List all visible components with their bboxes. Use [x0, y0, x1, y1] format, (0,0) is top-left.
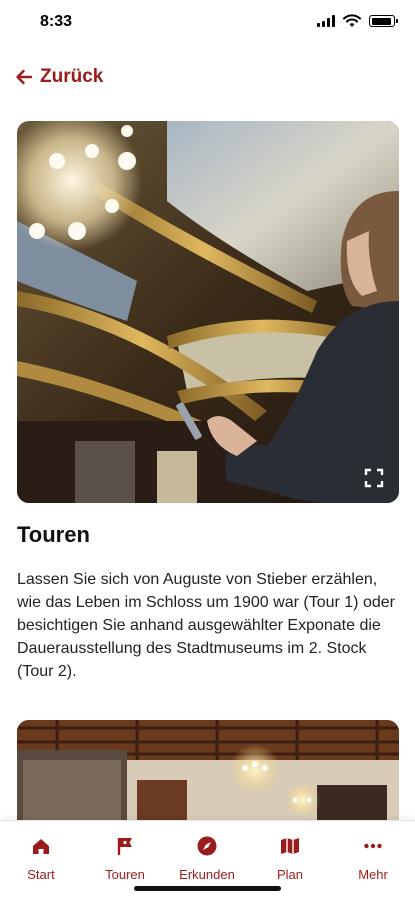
back-button[interactable]: Zurück	[14, 66, 103, 88]
map-icon	[281, 838, 299, 854]
tab-label: Plan	[276, 867, 304, 882]
battery-icon	[369, 15, 398, 27]
tab-touren[interactable]: Touren	[90, 835, 160, 882]
status-bar: 8:33	[0, 0, 415, 46]
home-indicator	[134, 886, 281, 891]
status-icons	[317, 14, 398, 28]
tab-label: Touren	[105, 867, 145, 882]
tab-label: Erkunden	[179, 867, 235, 882]
compass-icon	[197, 836, 217, 856]
tab-mehr[interactable]: Mehr	[338, 835, 408, 882]
tab-erkunden[interactable]: Erkunden	[172, 835, 242, 882]
arrow-left-icon	[16, 69, 33, 85]
section-description: Lassen Sie sich von Auguste von Stieber …	[17, 571, 395, 680]
flag-icon	[117, 838, 132, 855]
more-icon	[364, 843, 382, 849]
back-label: Zurück	[40, 66, 104, 87]
tab-start[interactable]: Start	[6, 835, 76, 882]
bottom-tab-bar: Start Touren Erkunden Plan Mehr	[0, 820, 415, 901]
home-icon	[33, 839, 49, 854]
tab-label: Start	[27, 867, 55, 882]
status-time: 8:33	[40, 13, 73, 30]
fullscreen-icon[interactable]	[363, 467, 385, 489]
tab-label: Mehr	[358, 867, 388, 882]
hero-image	[17, 121, 399, 503]
section-title: Touren	[17, 522, 90, 547]
signal-icon	[317, 15, 335, 27]
wifi-icon	[343, 14, 361, 27]
tab-plan[interactable]: Plan	[255, 835, 325, 882]
